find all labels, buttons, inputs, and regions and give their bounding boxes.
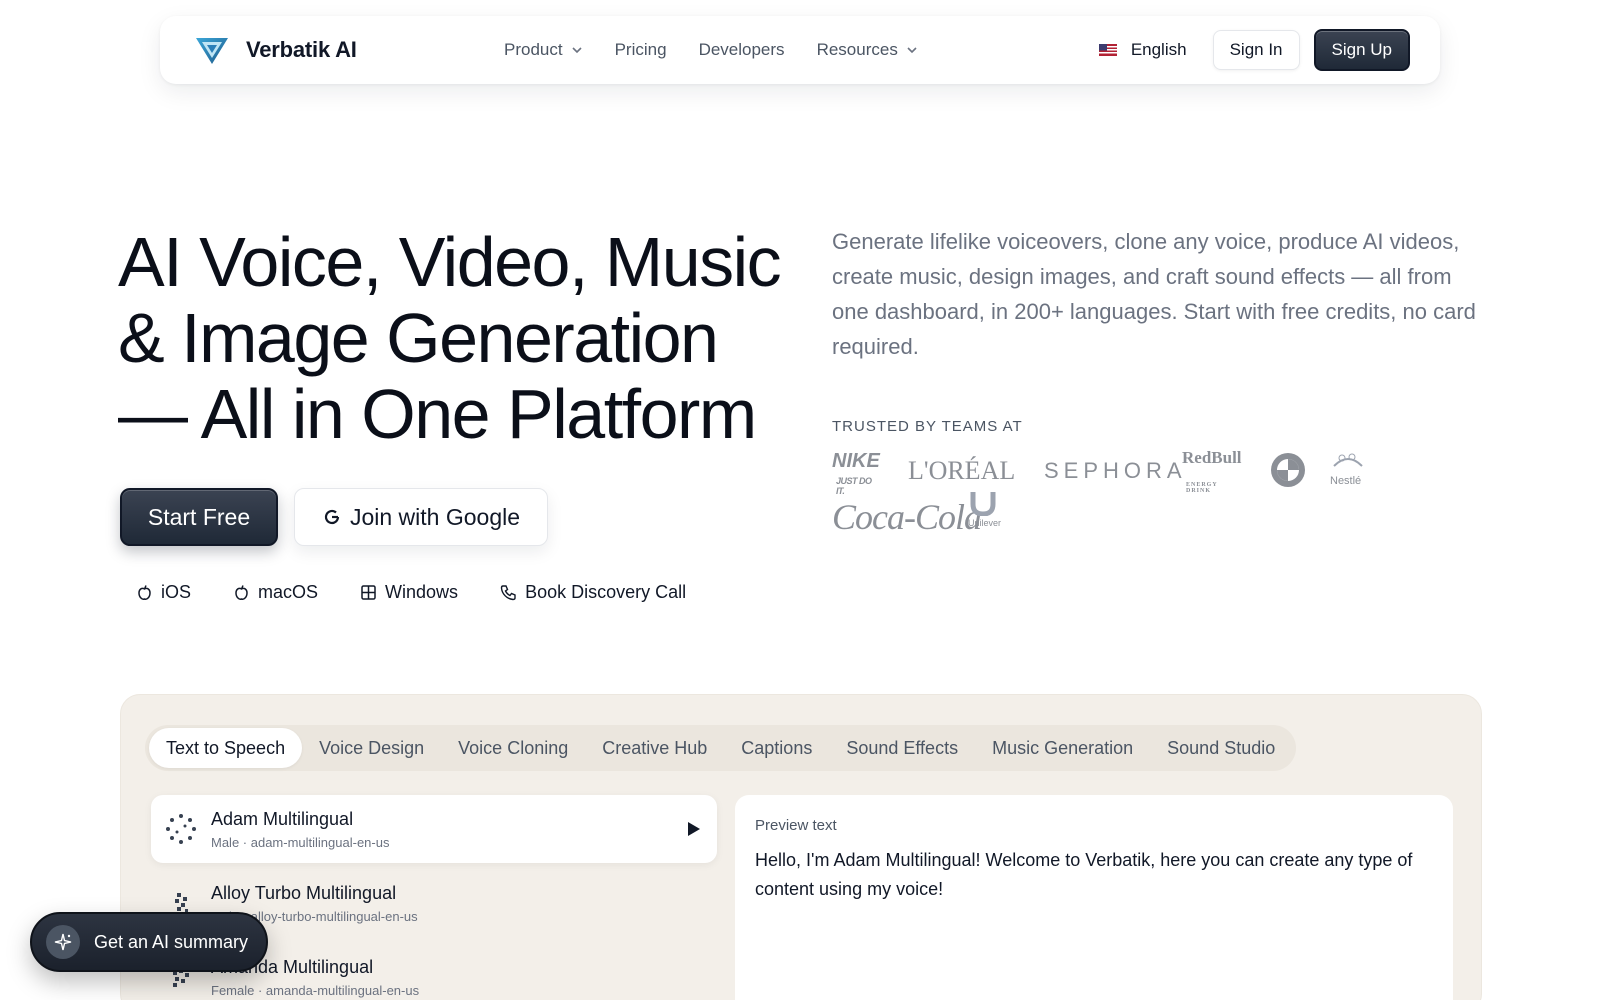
chevron-down-icon <box>572 47 582 54</box>
preview-card: Preview text Hello, I'm Adam Multilingua… <box>735 795 1453 1000</box>
voice-name: Adam Multilingual <box>211 808 354 829</box>
platform-macos[interactable]: macOS <box>233 582 318 603</box>
book-discovery-call-label: Book Discovery Call <box>525 582 687 602</box>
hero-title: AI Voice, Video, Music & Image Generatio… <box>118 224 798 452</box>
apple-icon <box>235 585 248 600</box>
verbatik-logo-icon <box>196 38 228 64</box>
platform-ios[interactable]: iOS <box>136 582 191 603</box>
hero-description: Generate lifelike voiceovers, clone any … <box>832 229 1476 359</box>
nav-links: Product Pricing Developers Resources <box>504 16 918 84</box>
unilever-u-icon <box>970 492 996 517</box>
tab-captions[interactable]: Captions <box>724 728 829 768</box>
play-icon[interactable] <box>683 819 703 839</box>
ai-summary-button[interactable]: Get an AI summary <box>30 912 268 972</box>
tab-text-to-speech[interactable]: Text to Speech <box>149 728 303 768</box>
feature-tabs: Text to Speech Voice Design Voice Clonin… <box>145 725 1297 771</box>
redbull-tagline: ENERGY DRINK <box>1186 482 1218 494</box>
sephora-logo: SEPHORA <box>1044 458 1187 483</box>
sign-in-button[interactable]: Sign In <box>1212 30 1300 70</box>
nav-pricing[interactable]: Pricing <box>615 40 667 60</box>
google-icon <box>324 509 340 525</box>
tab-music-generation[interactable]: Music Generation <box>975 728 1150 768</box>
sign-up-button[interactable]: Sign Up <box>1313 29 1410 71</box>
nestle-nest-icon <box>1333 453 1363 467</box>
cocacola-logo: Coca-Cola <box>832 497 982 537</box>
hero-title-line: & Image Generation <box>118 299 719 377</box>
windows-icon <box>361 585 376 600</box>
tab-sound-studio[interactable]: Sound Studio <box>1150 728 1292 768</box>
language-label: English <box>1130 40 1187 59</box>
platform-links: iOS macOS Windows Book Discovery Call <box>136 582 686 603</box>
book-discovery-call[interactable]: Book Discovery Call <box>500 582 686 603</box>
tab-creative-hub[interactable]: Creative Hub <box>585 728 724 768</box>
voice-name: Alloy Turbo Multilingual <box>211 882 397 903</box>
voice-info: Adam Multilingual Male · adam-multilingu… <box>211 809 389 850</box>
unilever-logo-text: Unilever <box>968 518 1002 528</box>
nav-resources-label: Resources <box>816 40 898 59</box>
voice-avatar-icon <box>166 814 196 844</box>
bmw-logo-icon <box>1271 453 1305 487</box>
voice-meta: Female · amanda-multilingual-en-us <box>211 982 420 998</box>
nike-tagline: JUST DO IT. <box>836 476 872 496</box>
hero-title-line: — All in One Platform <box>118 375 757 453</box>
nike-logo-text: NIKE <box>832 450 880 472</box>
redbull-logo-text: RedBull <box>1182 448 1242 467</box>
nestle-logo-text: Nestlé <box>1330 475 1362 487</box>
nav-developers[interactable]: Developers <box>699 40 785 60</box>
nav-right: English Sign In Sign Up <box>1098 16 1410 84</box>
join-with-google-button[interactable]: Join with Google <box>294 488 548 546</box>
tab-voice-cloning[interactable]: Voice Cloning <box>441 728 585 768</box>
nestle-logo: Nestlé <box>1330 450 1366 487</box>
loreal-logo: L'ORÉAL <box>908 456 1016 485</box>
nav-product-label: Product <box>504 40 563 59</box>
nav-resources[interactable]: Resources <box>817 40 918 60</box>
brand[interactable]: Verbatik AI <box>196 36 357 64</box>
voice-meta: Male · adam-multilingual-en-us <box>211 834 390 850</box>
top-navbar: Verbatik AI Product Pricing Developers R… <box>160 16 1440 84</box>
nav-product[interactable]: Product <box>504 40 583 60</box>
platform-ios-label: iOS <box>161 582 192 602</box>
join-with-google-label: Join with Google <box>349 503 521 530</box>
redbull-logo: RedBull ENERGY DRINK <box>1182 448 1242 494</box>
trusted-label: TRUSTED BY TEAMS AT <box>832 418 1023 435</box>
preview-text[interactable]: Hello, I'm Adam Multilingual! Welcome to… <box>755 846 1433 904</box>
nav-pricing-label: Pricing <box>614 40 667 59</box>
us-flag-icon <box>1098 44 1117 56</box>
tab-voice-design[interactable]: Voice Design <box>302 728 441 768</box>
platform-windows[interactable]: Windows <box>360 582 458 603</box>
hero-title-line: AI Voice, Video, Music <box>118 223 782 301</box>
preview-label: Preview text <box>755 817 837 834</box>
platform-macos-label: macOS <box>258 582 319 602</box>
sparkle-icon <box>46 925 80 959</box>
nav-developers-label: Developers <box>698 40 785 59</box>
tab-sound-effects[interactable]: Sound Effects <box>829 728 975 768</box>
nike-logo: NIKE JUST DO IT. <box>832 450 880 496</box>
unilever-logo: Unilever <box>968 490 1001 528</box>
language-selector[interactable]: English <box>1098 40 1187 60</box>
brand-name: Verbatik AI <box>246 37 357 62</box>
start-free-button[interactable]: Start Free <box>120 488 278 546</box>
ai-summary-label: Get an AI summary <box>94 931 249 952</box>
phone-icon <box>500 585 516 601</box>
chevron-down-icon <box>907 47 917 54</box>
demo-panel: Text to Speech Voice Design Voice Clonin… <box>120 694 1482 1000</box>
voice-item-adam[interactable]: Adam Multilingual Male · adam-multilingu… <box>151 795 717 863</box>
apple-icon <box>138 585 151 600</box>
platform-windows-label: Windows <box>385 582 459 602</box>
